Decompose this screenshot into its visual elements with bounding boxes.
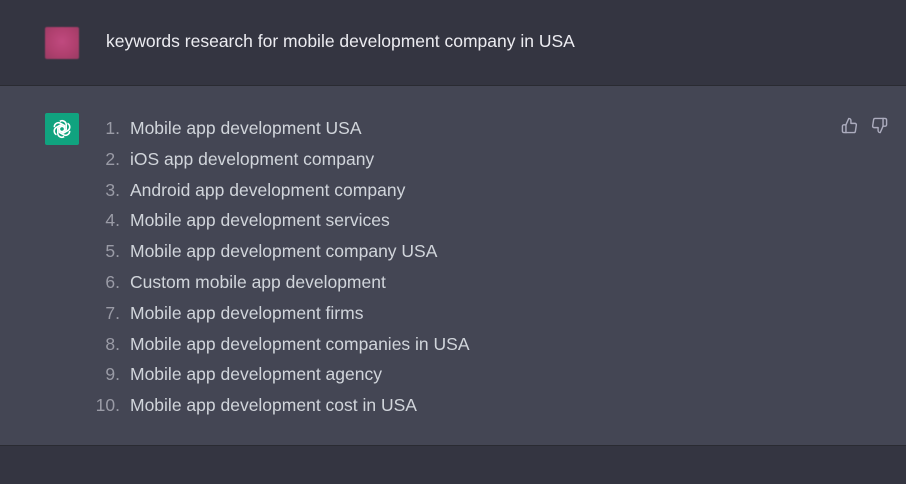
thumbs-up-button[interactable] xyxy=(840,116,858,134)
list-item-number: 5. xyxy=(105,241,120,262)
list-item-text: Custom mobile app development xyxy=(130,271,386,292)
keyword-list: 1. Mobile app development USA 2. iOS app d… xyxy=(92,116,470,424)
list-item-number: 9. xyxy=(105,364,120,385)
list-item-number: 8. xyxy=(105,333,120,354)
assistant-message-row: 1. Mobile app development USA 2. iOS app d… xyxy=(0,86,906,446)
list-item-number: 6. xyxy=(105,271,120,292)
thumbs-down-button[interactable] xyxy=(870,116,888,134)
list-item: 7. Mobile app development firms xyxy=(92,301,470,332)
list-item: 2. iOS app development company xyxy=(92,147,470,178)
list-item: 5. Mobile app development company USA xyxy=(92,239,470,270)
list-item-text: Mobile app development cost in USA xyxy=(130,395,417,416)
list-item-number: 3. xyxy=(105,179,120,200)
thumbs-up-icon xyxy=(841,117,857,133)
list-item: 4. Mobile app development services xyxy=(92,208,470,239)
list-item-number: 10. xyxy=(95,395,120,416)
user-message-text: keywords research for mobile development… xyxy=(106,31,575,51)
bottom-area xyxy=(0,446,906,484)
list-item: 9. Mobile app development agency xyxy=(92,362,470,393)
list-item-text: Mobile app development company USA xyxy=(130,241,438,262)
list-item-number: 2. xyxy=(105,148,120,169)
list-item-number: 7. xyxy=(105,302,120,323)
list-item-text: iOS app development company xyxy=(130,148,375,169)
list-item: 10. Mobile app development cost in USA xyxy=(92,393,470,424)
feedback-buttons xyxy=(840,116,888,134)
list-item-number: 4. xyxy=(105,210,120,231)
list-item: 1. Mobile app development USA xyxy=(92,116,470,147)
openai-logo-icon xyxy=(53,120,71,138)
list-item-text: Android app development company xyxy=(130,179,406,200)
thumbs-down-icon xyxy=(871,117,887,133)
list-item: 6. Custom mobile app development xyxy=(92,270,470,301)
user-message-row: keywords research for mobile development… xyxy=(0,0,906,86)
list-item-number: 1. xyxy=(105,118,120,138)
list-item-text: Mobile app development USA xyxy=(130,118,362,138)
list-item-text: Mobile app development services xyxy=(130,210,390,231)
assistant-avatar xyxy=(45,113,79,145)
list-item-text: Mobile app development companies in USA xyxy=(130,333,470,354)
list-item-text: Mobile app development firms xyxy=(130,302,364,323)
list-item: 8. Mobile app development companies in US… xyxy=(92,332,470,363)
list-item-text: Mobile app development agency xyxy=(130,364,382,385)
list-item: 3. Android app development company xyxy=(92,178,470,209)
user-avatar xyxy=(45,27,79,59)
